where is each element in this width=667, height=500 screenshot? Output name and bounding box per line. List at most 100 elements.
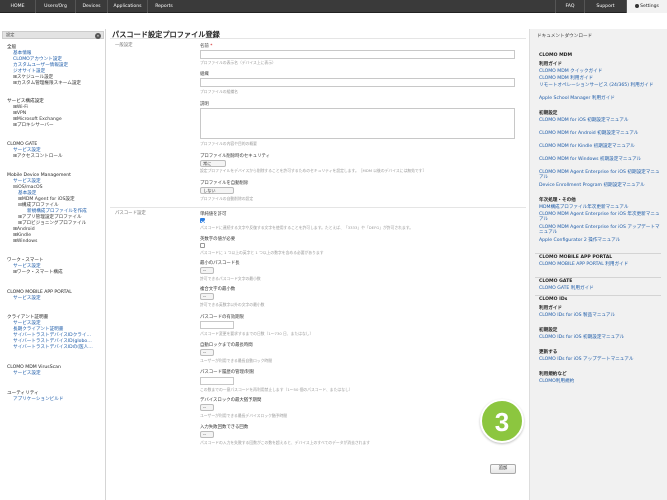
sidebar-item[interactable]: ⊞Wi-Fi	[13, 105, 28, 110]
panel-heading: CLOMO MDM	[539, 53, 573, 58]
sidebar-item[interactable]: 基本情報	[13, 51, 31, 56]
document-link[interactable]: CLOMO IDs for iOS 製品マニュアル	[539, 313, 661, 318]
sidebar-item[interactable]: サービス設定	[13, 371, 41, 376]
sidebar-item[interactable]: アプリケーションビルド	[13, 397, 63, 402]
alphanumeric-checkbox[interactable]	[200, 243, 205, 248]
document-link[interactable]: CLOMO MDM for Kindle 初期設定マニュアル	[539, 144, 661, 149]
document-link[interactable]: CLOMO IDs for iOS 初期設定マニュアル	[539, 335, 661, 340]
name-input[interactable]	[200, 50, 515, 59]
sidebar-section-heading: CLOMO MDM VirusScan	[7, 365, 61, 370]
org-input[interactable]	[200, 78, 515, 87]
document-link[interactable]: CLOMO MDM for iOS 初期設定マニュアル	[539, 118, 661, 123]
sidebar-collapse-icon[interactable]: «	[95, 32, 101, 39]
panel-divider	[535, 277, 661, 278]
sidebar-item[interactable]: ⊞アクセスコントロール	[13, 154, 63, 159]
sidebar-item[interactable]: サービス設定	[13, 321, 41, 326]
expiry-input[interactable]	[200, 321, 234, 329]
document-link[interactable]: CLOMO MDM Agent Enterprise for iOS 初期設定マ…	[539, 170, 661, 180]
nav-devices[interactable]: Devices	[76, 0, 108, 13]
sidebar-section-heading: サービス構成設定	[7, 99, 44, 104]
sidebar-item[interactable]: ジオサイト設定	[13, 69, 45, 74]
nav-faq[interactable]: FAQ	[555, 0, 585, 13]
document-link[interactable]: CLOMO MDM for Android 初期設定マニュアル	[539, 131, 661, 136]
sidebar-item[interactable]: サイバートラストデバイスID(globo…	[13, 339, 92, 344]
simple-value-checkbox[interactable]	[200, 218, 205, 223]
sidebar-item[interactable]: サイバートラストデバイスIDクライ…	[13, 333, 91, 338]
sidebar-item[interactable]: ⊞Android	[13, 227, 35, 232]
history-input[interactable]	[200, 377, 234, 385]
history-label: パスコード履歴の管理/制限	[200, 370, 255, 375]
grace-period-select[interactable]: --	[200, 404, 214, 411]
document-link[interactable]: CLOMO IDs for iOS アップデートマニュアル	[539, 357, 661, 362]
sidebar-item[interactable]: ⊞スケジュール設定	[13, 75, 53, 80]
complex-chars-select[interactable]: --	[200, 293, 214, 300]
add-button[interactable]: 追加	[490, 464, 516, 474]
simple-value-hint: パスコードに連続する文字や反復する文字を使用することを許可します。たとえば、「3…	[200, 225, 413, 230]
name-label: 名前 *	[200, 44, 213, 49]
sidebar-item[interactable]: ⊞プロキシサーバー	[13, 123, 54, 128]
sidebar-item[interactable]: サービス設定	[13, 296, 41, 301]
autoremove-select[interactable]: しない	[200, 187, 234, 194]
document-link[interactable]: CLOMO MDM Agent Enterprise for iOS アップデー…	[539, 225, 661, 235]
expiry-hint: パスコード変更を要求するまでの日数（1〜730 日、またはなし）	[200, 331, 314, 336]
general-section-label: 一般設定	[115, 43, 133, 48]
nav-applications[interactable]: Applications	[108, 0, 148, 13]
sidebar-item[interactable]: ⊟構成プロファイル	[18, 203, 59, 208]
sidebar-item[interactable]: ⊞Microsoft Exchange	[13, 117, 62, 122]
security-hint: 設定プロファイルをデバイスから削除することを許可するためのセキュリティを設定しま…	[200, 168, 427, 173]
sidebar-item[interactable]: ⊞MDM Agent for iOS設定	[18, 197, 75, 202]
document-link[interactable]: CLOMO MOBILE APP PORTAL 利用ガイド	[539, 262, 661, 267]
autolock-select[interactable]: --	[200, 349, 214, 356]
min-length-select[interactable]: --	[200, 267, 214, 274]
sidebar-item[interactable]: ⊞アプリ管理設定プロファイル	[18, 215, 82, 220]
section-divider	[110, 207, 526, 208]
sidebar-item[interactable]: ⊞Kindle	[13, 233, 31, 238]
nav-reports[interactable]: Reports	[148, 0, 180, 13]
document-link[interactable]: CLOMO GATE 利用ガイド	[539, 286, 661, 291]
sidebar-item[interactable]: 長期クライアント証明書	[13, 327, 63, 332]
document-link[interactable]: CLOMO MDM Agent Enterprise for iOS 年次更新マ…	[539, 212, 661, 222]
panel-divider	[535, 253, 661, 254]
panel-subheading: 利用規約など	[539, 372, 567, 377]
autolock-label: 自動ロックまでの最長時間	[200, 343, 253, 348]
sidebar-item[interactable]: カスタムユーザー情報設定	[13, 63, 68, 68]
complex-chars-hint: 許可できる英数字以外の文字の最小数	[200, 302, 265, 307]
nav-users-org[interactable]: Users/Org	[36, 0, 76, 13]
panel-heading: CLOMO GATE	[539, 279, 573, 284]
description-textarea[interactable]	[200, 108, 515, 139]
sidebar-item[interactable]: CLOMOアカウント設定	[13, 57, 62, 62]
panel-heading: CLOMO IDs	[539, 297, 568, 302]
sidebar-item[interactable]: サービス設定	[13, 179, 41, 184]
expiry-label: パスコードの有効期限	[200, 315, 244, 320]
nav-settings[interactable]: Settings	[627, 0, 667, 13]
sidebar-item[interactable]: ⊞ワーク・スマート構成	[13, 270, 63, 275]
sidebar-item[interactable]: ⊞Windows	[13, 239, 37, 244]
nav-support[interactable]: Support	[585, 0, 627, 13]
sidebar-item[interactable]: ⊟iOS/macOS	[13, 185, 43, 190]
sidebar-item[interactable]: ⊞カスタム管理権限スキーム設定	[13, 81, 81, 86]
title-divider	[110, 38, 526, 39]
sidebar-item[interactable]: 新規構成プロファイルを作成	[27, 209, 87, 214]
failed-attempts-select[interactable]: --	[200, 431, 214, 438]
sidebar-item[interactable]: 基本設定	[18, 191, 36, 196]
sidebar-item[interactable]: サイバートラストデバイスIDの(医人…	[13, 345, 93, 350]
panel-subheading: 利用ガイド	[539, 306, 562, 311]
document-link[interactable]: CLOMO MDM クイックガイド	[539, 69, 661, 74]
nav-home[interactable]: HOME	[0, 0, 36, 13]
document-link[interactable]: CLOMO MDM for Windows 初期設定マニュアル	[539, 157, 661, 162]
sidebar-item[interactable]: サービス設定	[13, 148, 41, 153]
panel-heading: CLOMO MOBILE APP PORTAL	[539, 255, 613, 260]
document-link[interactable]: リモートオペレーションサービス (24/365) 利用ガイド	[539, 83, 661, 88]
document-link[interactable]: CLOMO利用規約	[539, 379, 661, 384]
panel-subheading: 年次処理・その他	[539, 198, 576, 203]
autoremove-hint: プロファイルの自動削除の設定	[200, 196, 254, 201]
document-link[interactable]: Apple School Manager 利用ガイド	[539, 96, 661, 101]
document-link[interactable]: MDM構成プロファイル年次更新マニュアル	[539, 205, 661, 210]
sidebar-item[interactable]: ⊞プロビジョニングプロファイル	[18, 221, 86, 226]
sidebar-item[interactable]: サービス設定	[13, 264, 41, 269]
document-link[interactable]: CLOMO MDM 利用ガイド	[539, 76, 661, 81]
security-select[interactable]: 常に	[200, 160, 226, 167]
sidebar-item[interactable]: ⊞VPN	[13, 111, 26, 116]
document-link[interactable]: Apple Configurator 2 操作マニュアル	[539, 238, 661, 243]
document-link[interactable]: Device Enrollment Program 初期設定マニュアル	[539, 183, 661, 188]
